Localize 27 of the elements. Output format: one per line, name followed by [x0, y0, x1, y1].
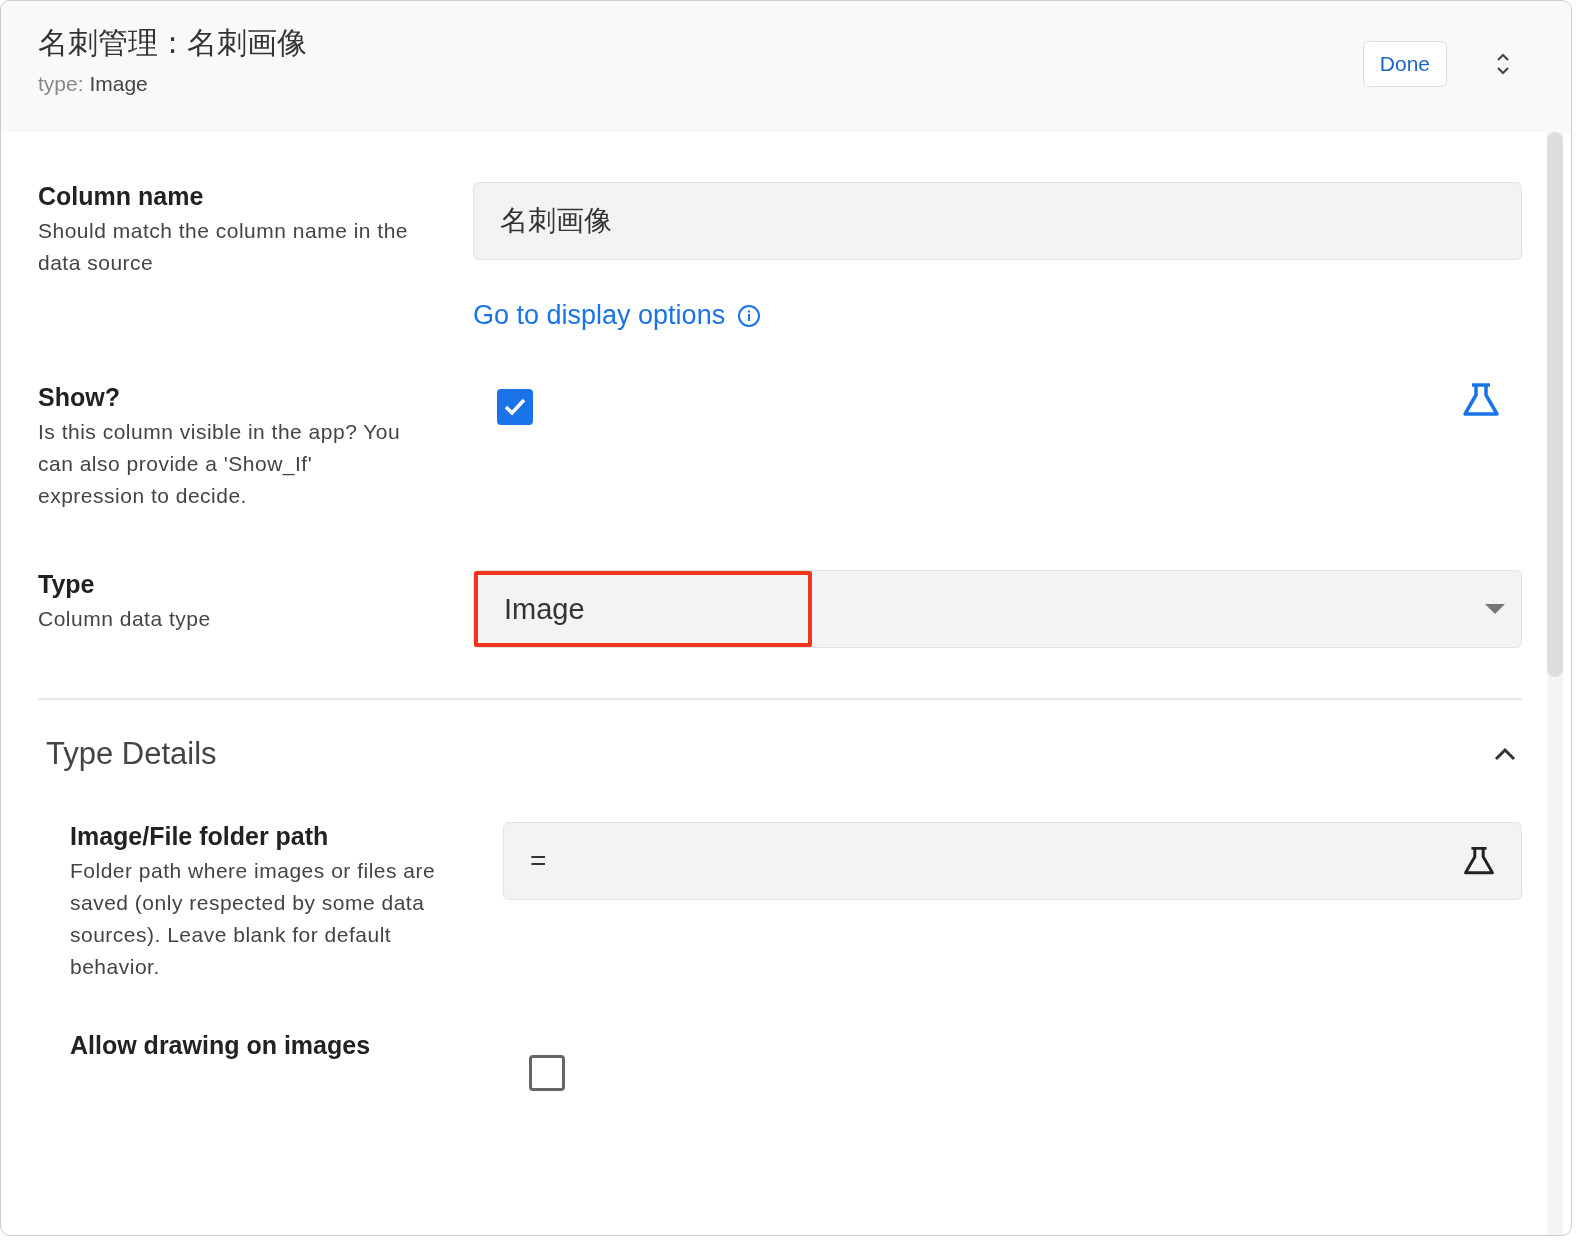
info-icon[interactable] [737, 303, 762, 328]
show-checkbox[interactable] [497, 389, 533, 425]
done-button[interactable]: Done [1362, 41, 1447, 87]
scrollbar-thumb[interactable] [1547, 132, 1563, 677]
type-label: type: [38, 72, 84, 95]
folder-path-field[interactable]: = [503, 822, 1522, 900]
selected-type: Image [474, 571, 812, 647]
allow-drawing-checkbox[interactable] [529, 1055, 565, 1091]
field-label: Image/File folder path [70, 822, 330, 851]
flask-icon[interactable] [1463, 846, 1495, 876]
field-label: Show? [38, 383, 121, 412]
column-name-field[interactable]: 名刺画像 [473, 182, 1522, 260]
field-description: Column data type [38, 606, 212, 632]
section-title: Type Details [46, 736, 217, 772]
type-value: Image [89, 72, 148, 95]
scrollbar-track[interactable] [1547, 132, 1563, 1235]
field-description: Should match the column name in the data source [38, 218, 410, 276]
field-description: Folder path where images or files are saved (only respected by some data sources). Leave blank for default behavior. [70, 858, 437, 980]
chevron-icon[interactable] [1494, 747, 1516, 761]
field-label: Type [38, 570, 96, 599]
dropdown-caret-icon [1485, 604, 1505, 614]
type-dropdown[interactable]: Image [473, 570, 1522, 648]
field-label: Column name [38, 182, 205, 211]
dialog-title: 名刺管理 : 名刺画像 [38, 24, 309, 62]
display-options-link[interactable]: Go to display options [473, 300, 726, 331]
field-description: Is this column visible in the app? You can also provide a 'Show_If' expression to decide. [38, 419, 402, 509]
field-label: Allow drawing on images [70, 1031, 372, 1060]
